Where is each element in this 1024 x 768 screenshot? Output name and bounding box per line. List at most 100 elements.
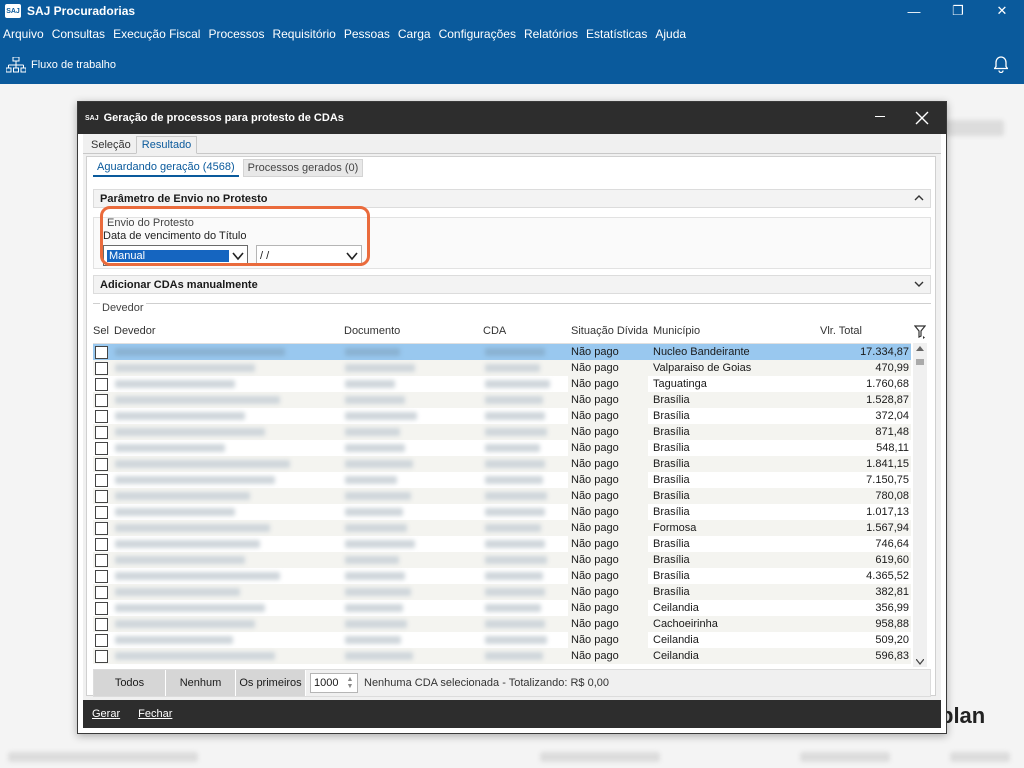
table-row[interactable]: Não pago Brasília 372,04	[93, 408, 911, 424]
grid-scrollbar[interactable]	[913, 343, 927, 667]
redacted-documento	[345, 540, 415, 548]
col-situacao[interactable]: Situação Dívida	[571, 325, 648, 337]
scroll-down-icon[interactable]	[916, 659, 924, 665]
row-checkbox[interactable]	[95, 586, 108, 599]
table-row[interactable]: Não pago Valparaiso de Goias 470,99	[93, 360, 911, 376]
table-row[interactable]: Não pago Ceilandia 356,99	[93, 600, 911, 616]
row-checkbox[interactable]	[95, 506, 108, 519]
redacted-devedor	[115, 492, 250, 500]
table-row[interactable]: Não pago Cachoeirinha 958,88	[93, 616, 911, 632]
table-row[interactable]: Não pago Brasília 1.528,87	[93, 392, 911, 408]
row-checkbox[interactable]	[95, 426, 108, 439]
row-checkbox[interactable]	[95, 602, 108, 615]
redacted-cda	[485, 652, 543, 660]
redacted-devedor	[115, 460, 290, 468]
chevron-up-icon[interactable]	[913, 192, 925, 204]
table-row[interactable]: Não pago Brasília 1.841,15	[93, 456, 911, 472]
menu-item[interactable]: Processos	[208, 27, 264, 41]
select-all-button[interactable]: Todos	[94, 670, 166, 696]
devedor-legend: Devedor	[100, 302, 146, 314]
close-icon[interactable]: ✕	[980, 0, 1024, 22]
dialog-close-icon[interactable]	[914, 110, 930, 126]
row-checkbox[interactable]	[95, 346, 108, 359]
redacted-devedor	[115, 540, 260, 548]
table-row[interactable]: Não pago Nucleo Bandeirante 17.334,87	[93, 344, 911, 360]
row-checkbox[interactable]	[95, 618, 108, 631]
row-checkbox[interactable]	[95, 570, 108, 583]
generate-button[interactable]: Gerar	[92, 708, 120, 720]
menu-item[interactable]: Relatórios	[524, 27, 578, 41]
row-checkbox[interactable]	[95, 634, 108, 647]
row-checkbox[interactable]	[95, 490, 108, 503]
workflow-icon	[6, 57, 26, 73]
menu-item[interactable]: Arquivo	[3, 27, 44, 41]
bell-icon[interactable]	[994, 55, 1008, 73]
select-none-button[interactable]: Nenhum	[166, 670, 236, 696]
row-checkbox[interactable]	[95, 538, 108, 551]
menu-item[interactable]: Ajuda	[655, 27, 686, 41]
menu-item[interactable]: Carga	[398, 27, 431, 41]
table-row[interactable]: Não pago Ceilandia 509,20	[93, 632, 911, 648]
col-sel[interactable]: Sel	[93, 325, 109, 337]
workflow-button[interactable]: Fluxo de trabalho	[6, 57, 116, 73]
menu-item[interactable]: Execução Fiscal	[113, 27, 200, 41]
row-checkbox[interactable]	[95, 554, 108, 567]
section-envio-header[interactable]: Parâmetro de Envio no Protesto	[93, 189, 931, 208]
col-devedor[interactable]: Devedor	[114, 325, 156, 337]
row-checkbox[interactable]	[95, 522, 108, 535]
row-checkbox[interactable]	[95, 458, 108, 471]
row-checkbox[interactable]	[95, 394, 108, 407]
table-row[interactable]: Não pago Formosa 1.567,94	[93, 520, 911, 536]
due-date-mode-select[interactable]: Manual	[103, 245, 248, 266]
menu-item[interactable]: Pessoas	[344, 27, 390, 41]
select-first-button[interactable]: Os primeiros	[236, 670, 306, 696]
table-row[interactable]: Não pago Brasília 382,81	[93, 584, 911, 600]
menu-item[interactable]: Configurações	[439, 27, 516, 41]
table-row[interactable]: Não pago Ceilandia 596,83	[93, 648, 911, 664]
chevron-down-icon[interactable]	[913, 278, 925, 290]
restore-icon[interactable]: ❐	[936, 0, 980, 22]
scroll-up-icon[interactable]	[916, 345, 924, 351]
table-row[interactable]: Não pago Brasília 7.150,75	[93, 472, 911, 488]
row-checkbox[interactable]	[95, 378, 108, 391]
row-checkbox[interactable]	[95, 362, 108, 375]
redacted-devedor	[115, 444, 225, 452]
dialog-minimize-icon[interactable]	[874, 110, 886, 124]
row-checkbox[interactable]	[95, 410, 108, 423]
table-row[interactable]: Não pago Brasília 4.365,52	[93, 568, 911, 584]
filter-icon[interactable]	[914, 325, 926, 339]
menu-item[interactable]: Requisitório	[272, 27, 335, 41]
subtab-aguardando[interactable]: Aguardando geração (4568)	[93, 159, 239, 177]
row-checkbox[interactable]	[95, 474, 108, 487]
first-count-stepper[interactable]: 1000 ▲ ▼	[310, 673, 358, 693]
chevron-down-icon	[232, 252, 244, 261]
stepper-down-icon[interactable]: ▼	[344, 682, 356, 691]
tab-resultado[interactable]: Resultado	[135, 136, 198, 154]
row-total: 1.567,94	[866, 522, 909, 534]
row-situacao: Não pago	[571, 378, 619, 390]
scroll-thumb[interactable]	[916, 359, 924, 365]
chevron-down-icon[interactable]	[345, 249, 359, 263]
table-row[interactable]: Não pago Brasília 1.017,13	[93, 504, 911, 520]
col-total[interactable]: Vlr. Total	[820, 325, 862, 337]
col-documento[interactable]: Documento	[344, 325, 400, 337]
row-total: 1.528,87	[866, 394, 909, 406]
close-button[interactable]: Fechar	[138, 708, 172, 720]
due-date-input[interactable]: / /	[256, 245, 362, 266]
menu-item[interactable]: Estatísticas	[586, 27, 647, 41]
section-add-header[interactable]: Adicionar CDAs manualmente	[93, 275, 931, 294]
row-checkbox[interactable]	[95, 650, 108, 663]
table-row[interactable]: Não pago Taguatinga 1.760,68	[93, 376, 911, 392]
tab-selecao[interactable]: Seleção	[86, 137, 136, 153]
table-row[interactable]: Não pago Brasília 746,64	[93, 536, 911, 552]
table-row[interactable]: Não pago Brasília 871,48	[93, 424, 911, 440]
table-row[interactable]: Não pago Brasília 619,60	[93, 552, 911, 568]
minimize-icon[interactable]: —	[892, 0, 936, 22]
col-cda[interactable]: CDA	[483, 325, 506, 337]
subtab-gerados[interactable]: Processos gerados (0)	[242, 159, 364, 177]
menu-item[interactable]: Consultas	[52, 27, 105, 41]
col-municipio[interactable]: Município	[653, 325, 700, 337]
table-row[interactable]: Não pago Brasília 548,11	[93, 440, 911, 456]
row-checkbox[interactable]	[95, 442, 108, 455]
table-row[interactable]: Não pago Brasília 780,08	[93, 488, 911, 504]
